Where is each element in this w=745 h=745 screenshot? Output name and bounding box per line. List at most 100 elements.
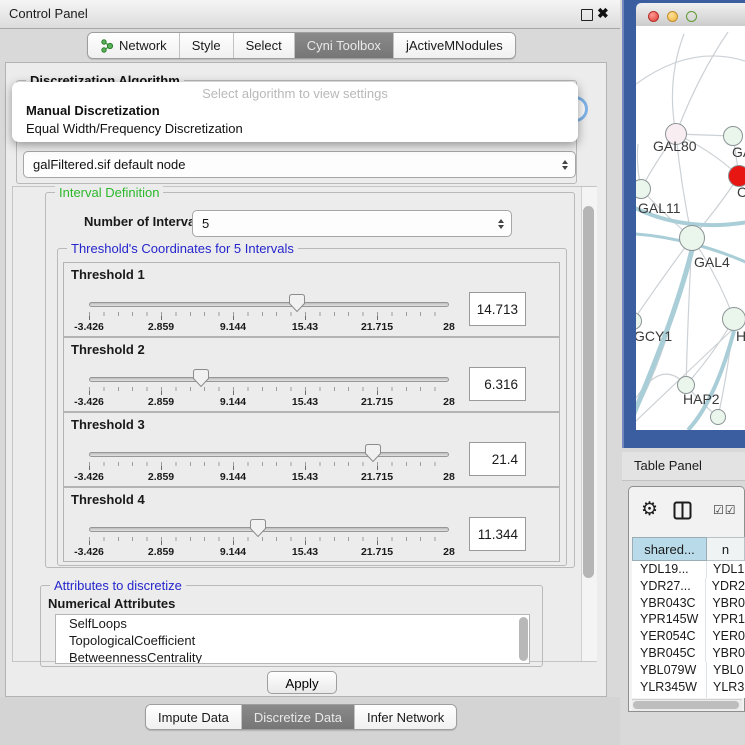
control-panel-titlebar[interactable]: Control Panel ✖ [0, 0, 620, 29]
tab-style[interactable]: Style [180, 33, 234, 58]
thresholds-group-title: Threshold's Coordinates for 5 Intervals [67, 241, 298, 256]
tab-impute-data[interactable]: Impute Data [146, 705, 242, 729]
table-row[interactable]: YBR043C YBR0 [632, 595, 745, 612]
gear-icon[interactable]: ⚙ [641, 498, 658, 521]
combobox-stepper-icon [491, 219, 511, 229]
minimize-traffic-light[interactable] [667, 11, 678, 22]
tab-cyni-toolbox[interactable]: Cyni Toolbox [295, 33, 394, 58]
column-header-shared[interactable]: shared... [632, 537, 707, 561]
close-icon[interactable]: ✖ [597, 5, 609, 22]
float-window-icon[interactable] [581, 9, 593, 21]
table-row[interactable]: YLR345W YLR3 [632, 679, 745, 696]
threshold-1-slider[interactable]: -3.426 2.859 9.144 15.43 21.715 28 [89, 299, 449, 335]
slider-minor-ticks [89, 462, 449, 466]
cell: YBR0 [706, 645, 745, 662]
table-data-combobox[interactable]: galFiltered.sif default node [23, 151, 576, 178]
checkbox-icons[interactable]: ☑☑ [713, 503, 737, 517]
threshold-2-slider[interactable]: -3.426 2.859 9.144 15.43 21.715 28 [89, 374, 449, 410]
table-row[interactable]: YBR045C YBR0 [632, 645, 745, 662]
cell: YBL0 [707, 662, 745, 679]
scale-tick-label: 28 [443, 546, 455, 558]
cell: YPR1 [706, 611, 745, 628]
close-traffic-light[interactable] [648, 11, 659, 22]
scale-tick-label: 2.859 [148, 396, 174, 408]
cell: YLR3 [707, 679, 745, 696]
network-node[interactable] [679, 225, 705, 251]
cell: YPR145W [632, 611, 706, 628]
node-label-gal4: GAL4 [694, 254, 730, 270]
tab-select[interactable]: Select [234, 33, 295, 58]
dropdown-option-manual[interactable]: Manual Discretization [12, 102, 578, 120]
cell: YDL1 [707, 561, 745, 578]
tab-discretize-data[interactable]: Discretize Data [242, 705, 355, 729]
numerical-attributes-list[interactable]: SelfLoops TopologicalCoefficient Between… [55, 614, 530, 664]
table-row[interactable]: YDR27... YDR2 [632, 578, 745, 595]
horizontal-scrollbar-track[interactable] [632, 699, 742, 711]
cell: YER054C [632, 628, 706, 645]
slider-scale: -3.426 2.859 9.144 15.43 21.715 28 [89, 321, 449, 334]
table-row[interactable]: YDL19... YDL1 [632, 561, 745, 578]
threshold-row-2: Threshold 2 -3.426 2.859 9.144 15.43 21.… [63, 337, 560, 412]
zoom-traffic-light[interactable] [686, 11, 697, 22]
tab-jactivemnodules-label: jActiveMNodules [406, 38, 503, 53]
slider-track[interactable] [89, 302, 449, 307]
slider-track[interactable] [89, 527, 449, 532]
table-row[interactable]: YPR145W YPR1 [632, 611, 745, 628]
scale-tick-label: 28 [443, 396, 455, 408]
table-panel-titlebar[interactable]: Table Panel [622, 452, 745, 481]
table-body[interactable]: YDL19... YDL1 YDR27... YDR2 YBR043C YBR0… [632, 561, 745, 698]
network-icon [100, 38, 114, 54]
numerical-attributes-heading: Numerical Attributes [48, 596, 175, 611]
table-row[interactable]: YER054C YER0 [632, 628, 745, 645]
slider-thumb[interactable] [250, 519, 266, 537]
table-toolbar: ⚙ ☑☑ [629, 487, 744, 537]
horizontal-scrollbar-thumb[interactable] [633, 701, 739, 709]
attribute-item[interactable]: BetweennessCentrality [56, 649, 529, 664]
scale-tick-label: 9.144 [220, 546, 246, 558]
table-header-row: shared... n [632, 537, 745, 561]
bottom-tab-bar: Impute Data Discretize Data Infer Networ… [145, 704, 457, 730]
columns-icon[interactable] [673, 501, 692, 523]
tab-infer-network[interactable]: Infer Network [355, 705, 456, 729]
threshold-1-value-field[interactable]: 14.713 [469, 292, 526, 326]
slider-scale: -3.426 2.859 9.144 15.43 21.715 28 [89, 546, 449, 559]
slider-scale: -3.426 2.859 9.144 15.43 21.715 28 [89, 396, 449, 409]
table-row[interactable]: YBL079W YBL0 [632, 662, 745, 679]
network-node[interactable] [723, 126, 743, 146]
threshold-2-value-field[interactable]: 6.316 [469, 367, 526, 401]
slider-thumb[interactable] [365, 444, 381, 462]
number-of-intervals-combobox[interactable]: 5 [192, 210, 512, 237]
threshold-3-slider[interactable]: -3.426 2.859 9.144 15.43 21.715 28 [89, 449, 449, 485]
cell: YIL0 [707, 695, 745, 698]
dropdown-option-equal-width[interactable]: Equal Width/Frequency Discretization [12, 120, 578, 138]
threshold-3-value-field[interactable]: 21.4 [469, 442, 526, 476]
network-window-titlebar[interactable] [636, 3, 745, 27]
slider-minor-ticks [89, 387, 449, 391]
network-node[interactable] [710, 409, 726, 425]
threshold-4-slider[interactable]: -3.426 2.859 9.144 15.43 21.715 28 [89, 524, 449, 560]
cell: YBR043C [632, 595, 706, 612]
slider-track[interactable] [89, 377, 449, 382]
slider-thumb[interactable] [193, 369, 209, 387]
network-canvas[interactable]: GAL80 GA C GAL11 GAL4 GCY1 H HAP2 [636, 26, 745, 430]
attribute-item[interactable]: SelfLoops [56, 615, 529, 632]
table-data-combobox-value: galFiltered.sif default node [24, 157, 555, 172]
cell: YDL19... [632, 561, 707, 578]
table-row[interactable]: YIL052C YIL0 [632, 695, 745, 698]
threshold-3-label: Threshold 3 [71, 417, 145, 432]
interval-definition-title: Interval Definition [55, 185, 163, 200]
slider-thumb[interactable] [289, 294, 305, 312]
slider-track[interactable] [89, 452, 449, 457]
tab-network[interactable]: Network [88, 33, 180, 58]
column-header-name[interactable]: n [707, 537, 745, 561]
apply-button[interactable]: Apply [267, 671, 337, 694]
tab-jactivemnodules[interactable]: jActiveMNodules [394, 33, 515, 58]
cell: YDR27... [632, 578, 706, 595]
attributes-scrollbar-thumb[interactable] [519, 617, 528, 661]
table-panel-title: Table Panel [634, 452, 702, 480]
attribute-item[interactable]: TopologicalCoefficient [56, 632, 529, 649]
vertical-scrollbar-thumb[interactable] [583, 206, 594, 578]
scale-tick-label: 2.859 [148, 321, 174, 333]
scale-tick-label: -3.426 [74, 471, 104, 483]
threshold-4-value-field[interactable]: 11.344 [469, 517, 526, 551]
